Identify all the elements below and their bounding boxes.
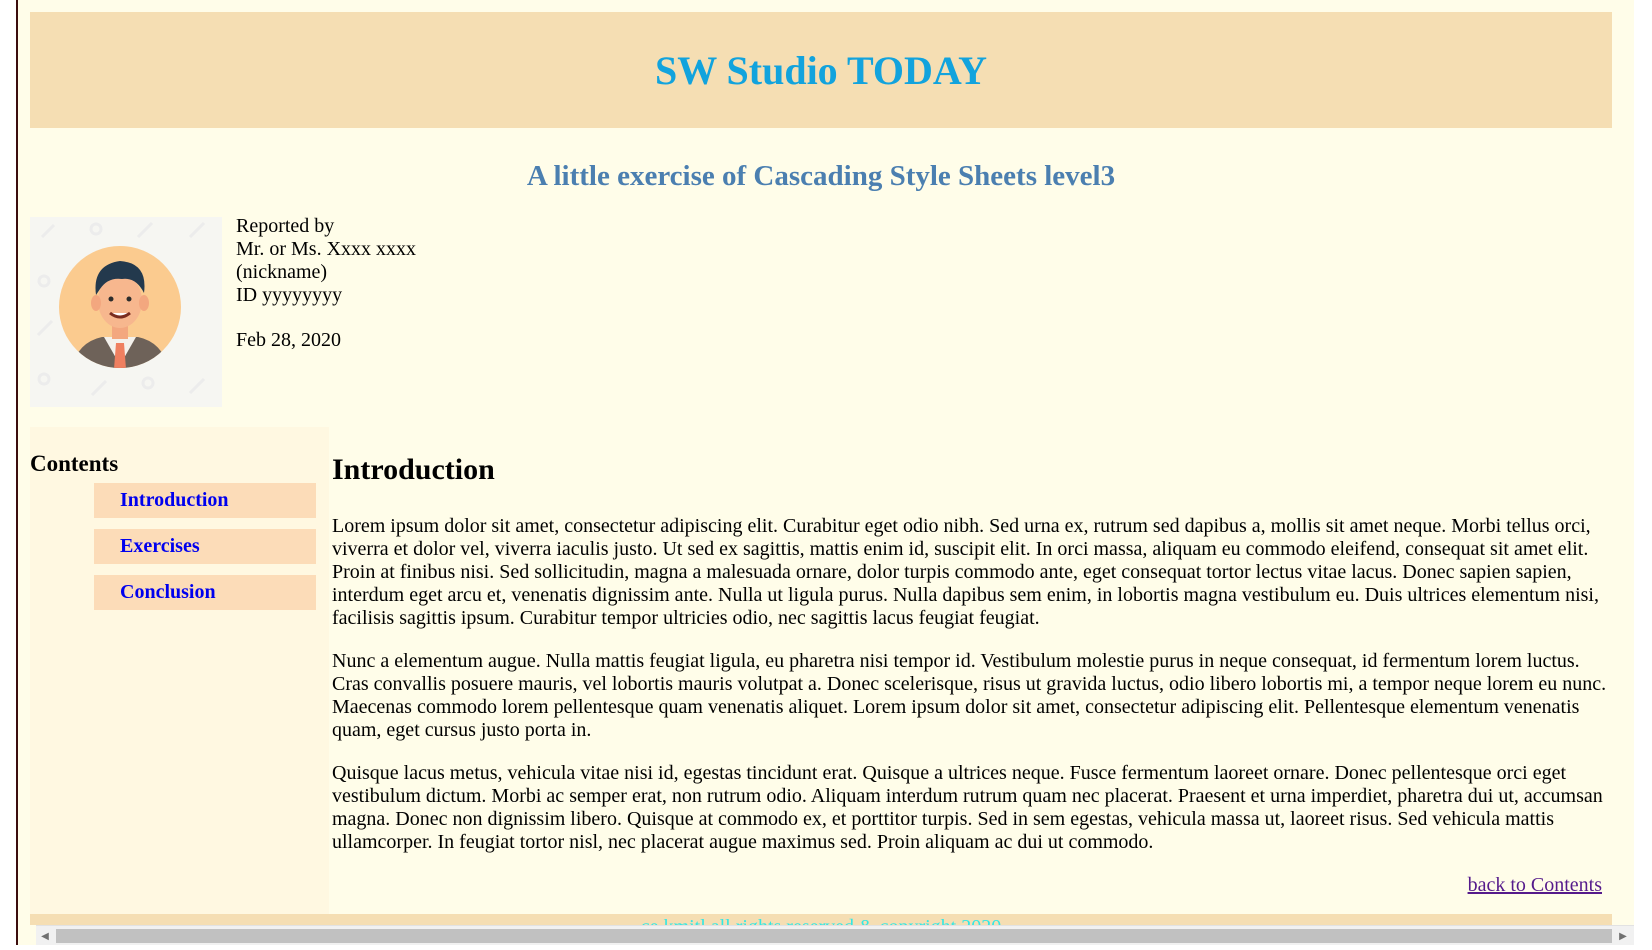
reporter-name: Mr. or Ms. Xxxx xxxx xyxy=(236,238,417,260)
nav-item-exercises[interactable]: Exercises xyxy=(94,529,316,564)
report-info: Reported by Mr. or Ms. Xxxx xxxx (nickna… xyxy=(236,215,416,352)
nav-item-conclusion[interactable]: Conclusion xyxy=(94,575,316,610)
main-content: Introduction Lorem ipsum dolor sit amet,… xyxy=(332,427,1608,854)
site-footer: ce.kmitl all rights reserved & copyright… xyxy=(30,914,1612,925)
businessman-avatar-icon xyxy=(30,217,222,407)
report-label: Reported by xyxy=(236,215,335,237)
section-heading: Introduction xyxy=(332,453,495,486)
paragraph: Lorem ipsum dolor sit amet, consectetur … xyxy=(332,515,1599,629)
arrow-right-icon[interactable]: ▶ xyxy=(1614,927,1632,945)
page-viewport: SW Studio TODAY A little exercise of Cas… xyxy=(30,12,1612,925)
site-title: SW Studio TODAY xyxy=(654,47,988,93)
contents-sidebar: Contents Introduction Exercises Conclusi… xyxy=(30,427,329,925)
avatar xyxy=(30,217,222,407)
horizontal-scrollbar[interactable]: ◀ ▶ xyxy=(36,925,1634,945)
nav-item-introduction[interactable]: Introduction xyxy=(94,483,316,518)
reporter-nickname: (nickname) xyxy=(236,261,328,283)
paragraph: Quisque lacus metus, vehicula vitae nisi… xyxy=(332,762,1603,853)
site-header: SW Studio TODAY xyxy=(30,12,1612,128)
arrow-left-icon[interactable]: ◀ xyxy=(36,927,54,945)
report-date: Feb 28, 2020 xyxy=(236,329,341,351)
horizontal-scroll-thumb[interactable] xyxy=(56,929,1612,943)
paragraph: Nunc a elementum augue. Nulla mattis feu… xyxy=(332,650,1607,741)
reporter-id: ID yyyyyyyy xyxy=(236,284,343,306)
back-to-contents-link[interactable]: back to Contents xyxy=(1202,874,1602,897)
browser-frame: SW Studio TODAY A little exercise of Cas… xyxy=(16,0,1634,945)
page-subtitle: A little exercise of Cascading Style She… xyxy=(526,160,1116,192)
contents-heading: Contents xyxy=(30,451,119,476)
